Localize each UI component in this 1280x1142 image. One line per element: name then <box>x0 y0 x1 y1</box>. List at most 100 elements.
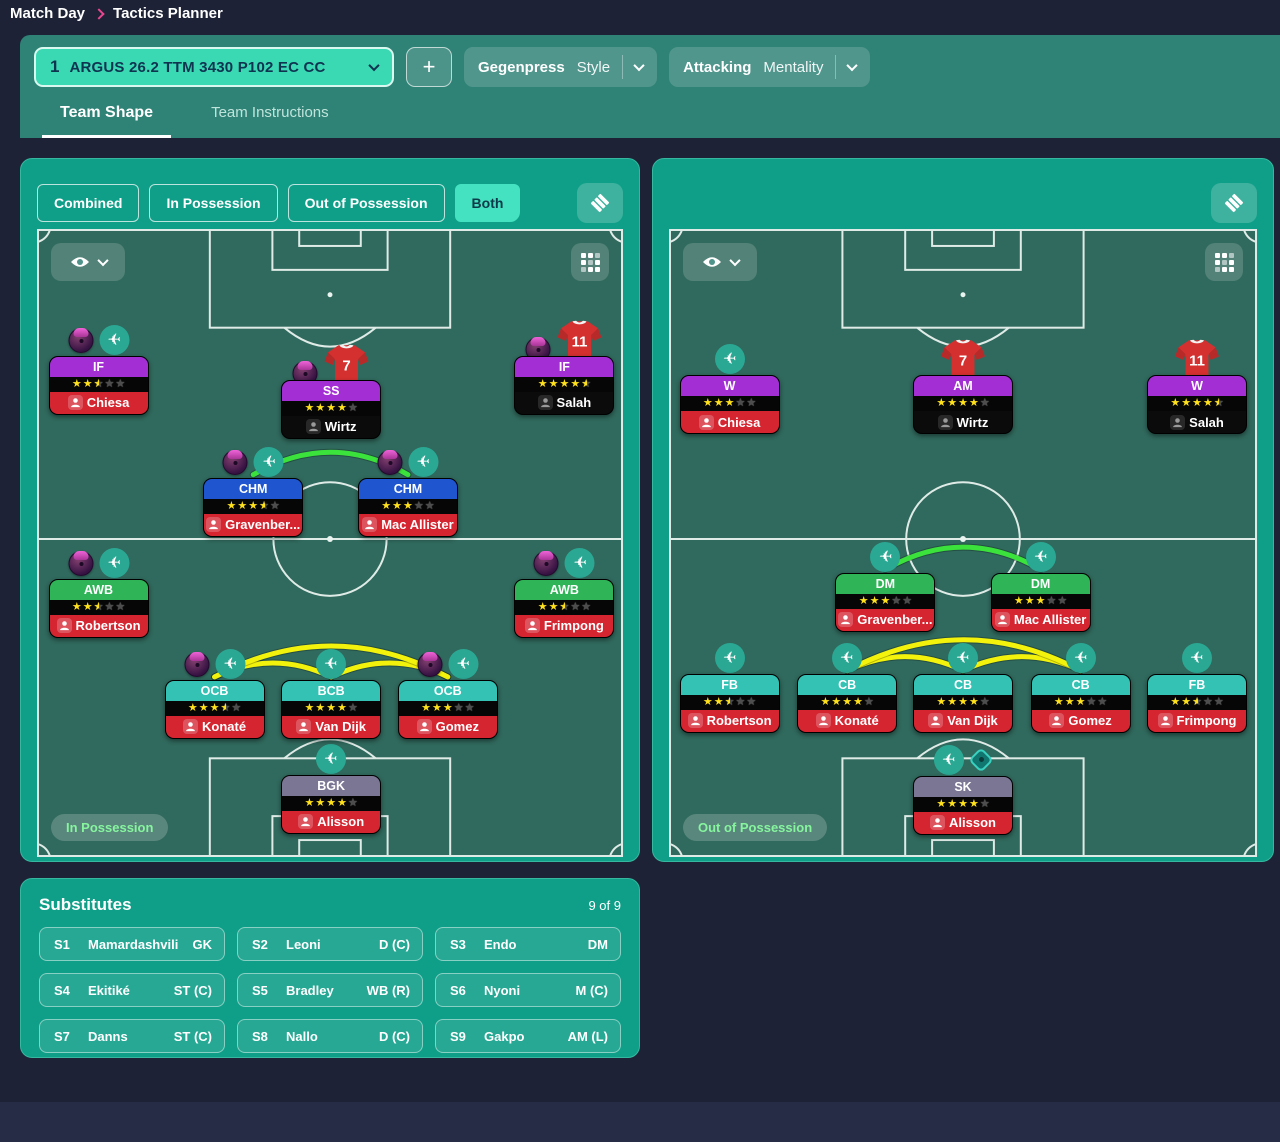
player-card-salah[interactable]: W★★★★★★Salah <box>1147 375 1248 435</box>
player-card-robertson[interactable]: AWB★★★★★★Robertson <box>48 578 149 638</box>
sub-position: ST (C) <box>173 1028 212 1044</box>
player-card-konat-[interactable]: OCB★★★★★★Konaté <box>164 679 265 739</box>
role-label: FB <box>1148 674 1247 695</box>
player-card-alisson[interactable]: SK ★ ★ ★ ★ ★ Alisson <box>913 775 1013 835</box>
plane-icon: ✈ <box>870 541 901 572</box>
substitute-s2[interactable]: S2 Leoni D (C) <box>237 927 423 961</box>
substitute-s3[interactable]: S3 Endo DM <box>435 927 621 961</box>
mentality-dropdown[interactable]: Attacking Mentality <box>669 47 871 87</box>
player-card-wirtz[interactable]: SS ★ ★ ★ ★ ★ Wirtz <box>281 379 382 439</box>
player-card-frimpong[interactable]: FB★★★★★★Frimpong <box>1147 673 1248 733</box>
star-icon: ★★ <box>581 377 592 390</box>
player-name: Mac Allister <box>358 513 457 536</box>
formation-diamond-button[interactable] <box>577 183 623 223</box>
add-tactic-button[interactable]: + <box>406 47 452 87</box>
filter-in-possession[interactable]: In Possession <box>149 184 278 222</box>
player-card-konat-[interactable]: CB ★ ★ ★ ★ ★ Konaté <box>797 673 898 733</box>
pitch-toolbar: Combined In Possession Out of Possession Bo… <box>37 183 623 223</box>
star-icon: ★ <box>979 695 990 708</box>
grid-view-button[interactable] <box>571 243 609 281</box>
sub-name: Danns <box>88 1028 128 1044</box>
player-status-icons: ✈ <box>417 648 479 679</box>
star-icon: ★ <box>1053 695 1064 708</box>
visibility-dropdown-button[interactable] <box>683 243 757 281</box>
player-card-frimpong[interactable]: AWB★★★★★★Frimpong <box>514 578 615 638</box>
player-name: Konaté <box>798 709 897 732</box>
player-card-gomez[interactable]: CB ★ ★ ★ ★ ★ Gomez <box>1030 673 1131 733</box>
formation-diamond-button[interactable] <box>1211 183 1257 223</box>
player-card-salah[interactable]: IF★★★★★★Salah <box>514 355 615 415</box>
star-icon: ★ <box>71 600 82 613</box>
tactic-selector-dropdown[interactable]: 1 ARGUS 26.2 TTM 3430 P102 EC CC <box>34 47 394 87</box>
player-face-icon <box>994 612 1010 628</box>
substitute-s5[interactable]: S5 Bradley WB (R) <box>237 973 423 1007</box>
star-icon: ★ <box>71 377 82 390</box>
star-icon: ★ <box>735 695 746 708</box>
player-card-gomez[interactable]: OCB ★ ★ ★ ★ ★ Gomez <box>397 679 498 739</box>
style-dropdown[interactable]: Gegenpress Style <box>464 47 658 87</box>
substitute-s8[interactable]: S8 Nallo D (C) <box>237 1019 423 1053</box>
ball-icon <box>417 651 443 677</box>
tab-team-instructions[interactable]: Team Instructions <box>209 90 331 138</box>
star-rating: ★ ★ ★ ★ ★ <box>914 396 1012 412</box>
player-face-icon <box>698 414 714 430</box>
star-icon: ★ <box>548 377 559 390</box>
player-card-chiesa[interactable]: IF★★★★★★Chiesa <box>48 355 149 415</box>
star-icon: ★ <box>315 701 326 714</box>
filter-out-of-possession[interactable]: Out of Possession <box>287 184 445 222</box>
substitute-s6[interactable]: S6 Nyoni M (C) <box>435 973 621 1007</box>
star-icon: ★ <box>863 695 874 708</box>
player-card-alisson[interactable]: BGK ★ ★ ★ ★ ★ Alisson <box>281 774 382 834</box>
tab-team-shape[interactable]: Team Shape <box>42 90 172 138</box>
role-label: CB <box>914 674 1012 695</box>
breadcrumb-match-day[interactable]: Match Day <box>10 5 85 22</box>
player-face-icon <box>1049 713 1065 729</box>
substitute-s7[interactable]: S7 Danns ST (C) <box>39 1019 225 1053</box>
player-status-icons: ✈ <box>832 642 863 673</box>
player-card-robertson[interactable]: FB★★★★★★Robertson <box>679 673 780 733</box>
filter-both[interactable]: Both <box>454 184 521 222</box>
player-card-mac-allister[interactable]: DM ★ ★ ★ ★ ★ Mac Allister <box>990 572 1091 632</box>
player-card-van-dijk[interactable]: CB ★ ★ ★ ★ ★ Van Dijk <box>913 673 1013 733</box>
visibility-dropdown-button[interactable] <box>51 243 125 281</box>
star-icon: ★ <box>880 594 891 607</box>
player-card-chiesa[interactable]: W ★ ★ ★ ★ ★ Chiesa <box>679 375 780 435</box>
player-card-wirtz[interactable]: AM ★ ★ ★ ★ ★ Wirtz <box>913 375 1013 435</box>
role-label: SS <box>282 380 381 401</box>
breadcrumb-tactics-planner: Tactics Planner <box>113 5 223 22</box>
plane-icon: ✈ <box>99 324 130 355</box>
star-icon: ★ <box>1035 594 1046 607</box>
player-name: Van Dijk <box>282 715 381 738</box>
player-card-gravenber-[interactable]: CHM★★★★★★Gravenber... <box>203 477 304 537</box>
player-face-icon <box>416 719 432 735</box>
sub-name: Mamardashvili <box>88 936 179 952</box>
player-card-van-dijk[interactable]: BCB ★ ★ ★ ★ ★ Van Dijk <box>281 679 382 739</box>
star-icon: ★ <box>392 499 402 512</box>
star-icon: ★ <box>1202 695 1213 708</box>
player-name: Mac Allister <box>991 608 1090 631</box>
star-rating: ★ ★ ★ ★ ★ <box>914 796 1012 812</box>
star-icon: ★ <box>347 796 358 809</box>
star-icon: ★ <box>347 701 358 714</box>
star-icon: ★ <box>1170 397 1181 410</box>
role-label: IF <box>515 356 614 377</box>
star-icon: ★ <box>537 600 548 613</box>
player-card-gravenber-[interactable]: DM ★ ★ ★ ★ ★ Gravenber... <box>835 572 936 632</box>
substitute-s9[interactable]: S9 Gakpo AM (L) <box>435 1019 621 1053</box>
substitute-s4[interactable]: S4 Ekitiké ST (C) <box>39 973 225 1007</box>
star-rating: ★ ★ ★ ★ ★ <box>398 700 497 716</box>
star-icon: ★ <box>337 401 347 414</box>
substitute-s1[interactable]: S1 Mamardashvili GK <box>39 927 225 961</box>
star-rating: ★ ★ ★ ★ ★ <box>282 795 381 811</box>
svg-text:7: 7 <box>959 353 967 370</box>
filter-combined[interactable]: Combined <box>37 184 140 222</box>
star-icon: ★ <box>82 600 93 613</box>
grid-view-button[interactable] <box>1205 243 1243 281</box>
pitch-in-possession[interactable]: In Possession✈IF★★★★★★Chiesa7SS★★★★★Wirt… <box>37 229 623 857</box>
star-icon: ★ <box>570 600 581 613</box>
player-card-mac-allister[interactable]: CHM ★ ★ ★ ★ ★ Mac Allister <box>357 477 458 537</box>
pitch-out-of-possession[interactable]: Out of Possession ✈ W ★ ★ ★ ★ ★ Chiesa 7 AM ★ ★ ★ ★ ★ Wi… <box>669 229 1257 857</box>
player-name: Konaté <box>165 715 264 738</box>
star-rating: ★★★★★★ <box>515 599 614 615</box>
star-icon: ★ <box>431 701 442 714</box>
